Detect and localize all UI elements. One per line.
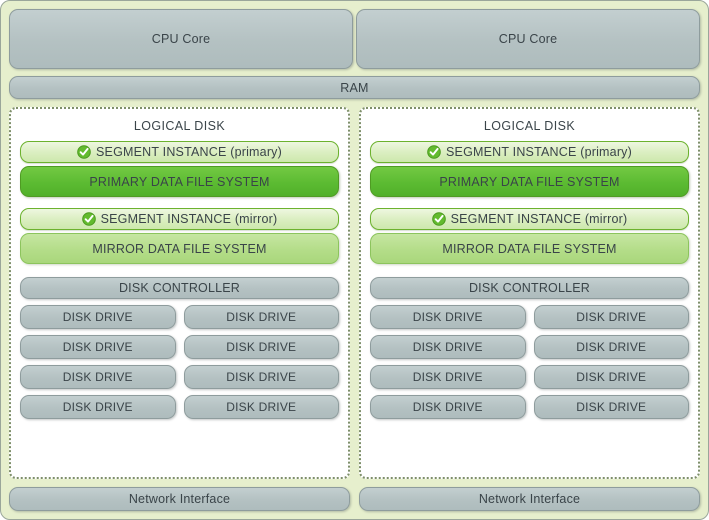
segment-host-diagram: CPU Core CPU Core RAM LOGICAL DISK SEGME… <box>0 0 709 520</box>
segment-instance-mirror-1: SEGMENT INSTANCE (mirror) <box>20 208 339 230</box>
disk-drive-label: DISK DRIVE <box>226 340 297 354</box>
mirror-data-file-system-1: MIRROR DATA FILE SYSTEM <box>20 233 339 264</box>
disk-drive-label: DISK DRIVE <box>62 340 133 354</box>
disk-drive-label: DISK DRIVE <box>62 370 133 384</box>
disk-drive-label: DISK DRIVE <box>226 400 297 414</box>
logical-disk-title-2: LOGICAL DISK <box>483 119 576 133</box>
check-circle-icon <box>77 145 91 159</box>
disk-drive: DISK DRIVE <box>533 365 689 389</box>
panel-spacer-1 <box>20 197 339 208</box>
disk-drive-label: DISK DRIVE <box>576 400 647 414</box>
segment-instance-primary-label-2: SEGMENT INSTANCE (primary) <box>446 145 632 159</box>
segment-instance-mirror-label-2: SEGMENT INSTANCE (mirror) <box>450 212 628 226</box>
disk-drive: DISK DRIVE <box>20 365 176 389</box>
network-interface-box-2: Network Interface <box>359 487 700 511</box>
disk-drive: DISK DRIVE <box>20 395 176 419</box>
check-circle-icon <box>427 145 441 159</box>
disk-drive: DISK DRIVE <box>533 395 689 419</box>
network-interface-label-2: Network Interface <box>478 492 581 506</box>
disk-drive-row: DISK DRIVE DISK DRIVE <box>20 305 339 329</box>
disk-drive-label: DISK DRIVE <box>62 400 133 414</box>
disk-drive: DISK DRIVE <box>370 365 526 389</box>
disk-controller-label-2: DISK CONTROLLER <box>468 281 591 295</box>
primary-data-file-system-label-2: PRIMARY DATA FILE SYSTEM <box>439 174 620 189</box>
disk-drive: DISK DRIVE <box>183 365 339 389</box>
disk-drive-row: DISK DRIVE DISK DRIVE <box>370 335 689 359</box>
disk-drive-label: DISK DRIVE <box>412 340 483 354</box>
logical-disk-panels: LOGICAL DISK SEGMENT INSTANCE (primary) <box>9 107 700 479</box>
disk-drive-row: DISK DRIVE DISK DRIVE <box>370 395 689 419</box>
segment-instance-primary-label-1: SEGMENT INSTANCE (primary) <box>96 145 282 159</box>
disk-drive: DISK DRIVE <box>20 305 176 329</box>
disk-drive: DISK DRIVE <box>183 305 339 329</box>
disk-drive-label: DISK DRIVE <box>576 340 647 354</box>
primary-data-file-system-2: PRIMARY DATA FILE SYSTEM <box>370 166 689 197</box>
logical-disk-title-1: LOGICAL DISK <box>133 119 226 133</box>
disk-drive: DISK DRIVE <box>370 335 526 359</box>
disk-drive-label: DISK DRIVE <box>412 310 483 324</box>
primary-data-file-system-label-1: PRIMARY DATA FILE SYSTEM <box>89 174 270 189</box>
disk-drive-label: DISK DRIVE <box>412 400 483 414</box>
disk-drive-row: DISK DRIVE DISK DRIVE <box>20 395 339 419</box>
cpu-core-row: CPU Core CPU Core <box>9 9 700 69</box>
check-circle-icon <box>431 212 446 226</box>
network-interface-label-1: Network Interface <box>128 492 231 506</box>
disk-controller-1: DISK CONTROLLER <box>20 277 339 299</box>
ram-label: RAM <box>340 80 369 95</box>
disk-drive-label: DISK DRIVE <box>412 370 483 384</box>
disk-drive: DISK DRIVE <box>533 305 689 329</box>
disk-drive: DISK DRIVE <box>533 335 689 359</box>
segment-instance-mirror-label-1: SEGMENT INSTANCE (mirror) <box>100 212 278 226</box>
cpu-core-box-2: CPU Core <box>356 9 700 69</box>
diagram-stack: CPU Core CPU Core RAM LOGICAL DISK SEGME… <box>9 9 700 511</box>
disk-drive-label: DISK DRIVE <box>226 310 297 324</box>
disk-drive-row: DISK DRIVE DISK DRIVE <box>20 365 339 389</box>
disk-drive: DISK DRIVE <box>183 335 339 359</box>
disk-drive-row: DISK DRIVE DISK DRIVE <box>370 365 689 389</box>
network-interface-box-1: Network Interface <box>9 487 350 511</box>
logical-disk-panel-2: LOGICAL DISK SEGMENT INSTANCE (primary) <box>359 107 700 479</box>
disk-drive: DISK DRIVE <box>370 395 526 419</box>
disk-drive: DISK DRIVE <box>370 305 526 329</box>
network-interface-row: Network Interface Network Interface <box>9 487 700 511</box>
primary-data-file-system-1: PRIMARY DATA FILE SYSTEM <box>20 166 339 197</box>
disk-drive: DISK DRIVE <box>20 335 176 359</box>
disk-drive-row: DISK DRIVE DISK DRIVE <box>370 305 689 329</box>
ram-box: RAM <box>9 76 700 99</box>
segment-instance-mirror-2: SEGMENT INSTANCE (mirror) <box>370 208 689 230</box>
check-circle-icon <box>81 212 96 226</box>
logical-disk-panel-1: LOGICAL DISK SEGMENT INSTANCE (primary) <box>9 107 350 479</box>
panel-spacer-2 <box>370 197 689 208</box>
cpu-core-box-1: CPU Core <box>9 9 353 69</box>
disk-drive-grid-2: DISK DRIVE DISK DRIVE DISK DRIVE DISK DR… <box>370 305 689 419</box>
segment-instance-primary-2: SEGMENT INSTANCE (primary) <box>370 141 689 163</box>
segment-instance-primary-1: SEGMENT INSTANCE (primary) <box>20 141 339 163</box>
mirror-data-file-system-2: MIRROR DATA FILE SYSTEM <box>370 233 689 264</box>
cpu-core-label-2: CPU Core <box>498 32 558 46</box>
cpu-core-label-1: CPU Core <box>151 32 211 46</box>
disk-drive: DISK DRIVE <box>183 395 339 419</box>
disk-drive-label: DISK DRIVE <box>226 370 297 384</box>
disk-controller-label-1: DISK CONTROLLER <box>118 281 241 295</box>
disk-drive-label: DISK DRIVE <box>576 310 647 324</box>
disk-drive-label: DISK DRIVE <box>62 310 133 324</box>
disk-drive-grid-1: DISK DRIVE DISK DRIVE DISK DRIVE DISK DR… <box>20 305 339 419</box>
disk-drive-row: DISK DRIVE DISK DRIVE <box>20 335 339 359</box>
mirror-data-file-system-label-1: MIRROR DATA FILE SYSTEM <box>92 241 267 256</box>
disk-controller-2: DISK CONTROLLER <box>370 277 689 299</box>
disk-drive-label: DISK DRIVE <box>576 370 647 384</box>
mirror-data-file-system-label-2: MIRROR DATA FILE SYSTEM <box>442 241 617 256</box>
